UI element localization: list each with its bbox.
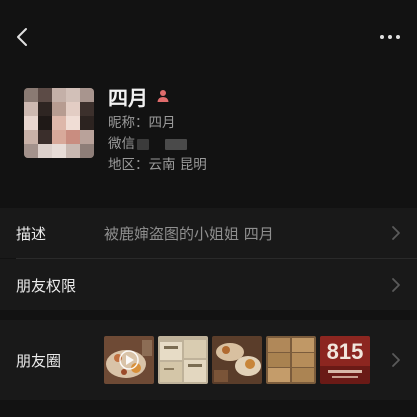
friend-permissions-label: 朋友权限 xyxy=(16,277,77,295)
region-label: 地区： xyxy=(108,157,149,173)
description-value: 被鹿婶盗图的小姐姐 四月 xyxy=(104,225,274,243)
wechat-id-line: 微信 xyxy=(108,135,187,153)
nickname-label: 昵称： xyxy=(108,115,149,131)
name-row: 四月 xyxy=(108,82,170,110)
profile-header: 四月 昵称：四月 微信 地区：云南 昆明 xyxy=(0,70,417,194)
moments-photos: 815 xyxy=(104,336,370,384)
friend-permissions-row[interactable]: 朋友权限 xyxy=(0,259,417,310)
nickname-value: 四月 xyxy=(148,115,176,131)
description-label: 描述 xyxy=(16,225,47,243)
region-value: 云南 昆明 xyxy=(148,157,207,173)
description-row[interactable]: 描述 被鹿婶盗图的小姐姐 四月 xyxy=(0,208,417,258)
chevron-right-icon xyxy=(392,353,400,367)
wechat-id-redacted-2 xyxy=(165,138,187,150)
chevron-right-icon xyxy=(392,226,400,240)
chevron-left-icon[interactable] xyxy=(12,26,34,48)
wechat-id-redacted xyxy=(137,138,149,150)
profile-name: 四月 xyxy=(108,85,148,110)
moments-photo xyxy=(266,336,316,384)
chevron-right-icon xyxy=(392,278,400,292)
nickname-line: 昵称：四月 xyxy=(108,114,176,132)
avatar[interactable] xyxy=(24,88,94,158)
region-line: 地区：云南 昆明 xyxy=(108,156,207,174)
moments-photo xyxy=(104,336,154,384)
moments-photo xyxy=(212,336,262,384)
moments-row[interactable]: 朋友圈 815 xyxy=(0,320,417,400)
top-bar xyxy=(0,0,417,70)
wechat-id-label: 微信 xyxy=(108,136,135,152)
moments-photo: 815 xyxy=(320,336,370,384)
svg-text:815: 815 xyxy=(327,339,364,364)
moments-label: 朋友圈 xyxy=(16,352,62,370)
female-person-icon xyxy=(157,90,169,102)
moments-photo xyxy=(158,336,208,384)
more-horizontal-icon[interactable] xyxy=(379,28,401,46)
